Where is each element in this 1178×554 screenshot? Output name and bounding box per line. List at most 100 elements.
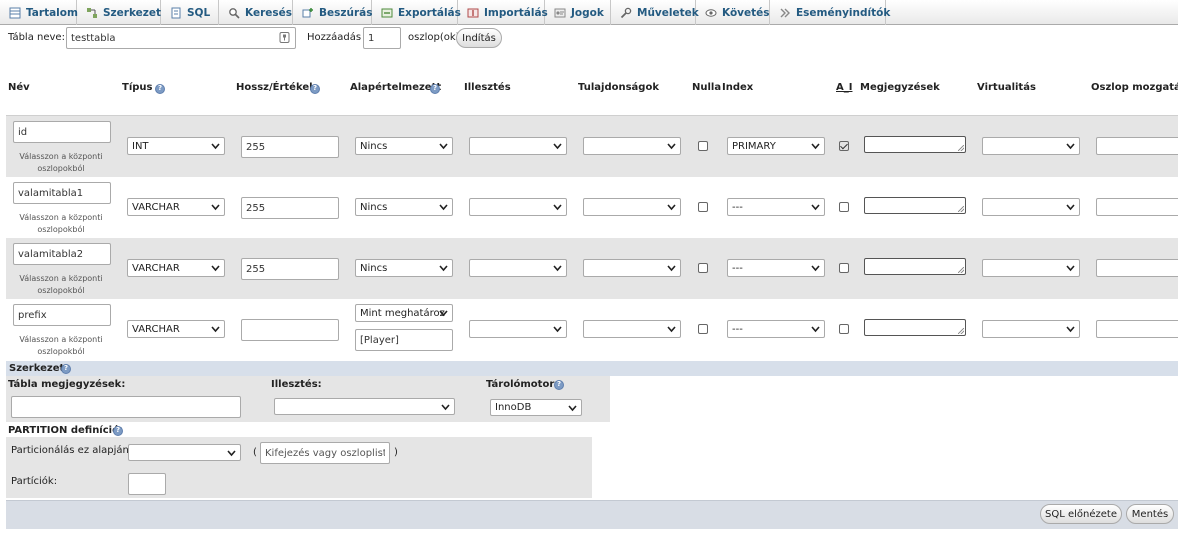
tab-insert[interactable]: Beszúrás: [293, 0, 372, 25]
help-icon[interactable]: [310, 84, 320, 94]
column-default-select[interactable]: Mint meghatároz: [355, 304, 453, 322]
help-icon[interactable]: [155, 84, 165, 94]
chevron-down-icon: [1066, 204, 1075, 211]
import-icon: [467, 8, 479, 17]
tab-tracking[interactable]: Követés: [696, 0, 770, 25]
column-attributes-select[interactable]: [583, 320, 681, 338]
central-columns-link[interactable]: Válasszon a központi oszlopokból: [6, 273, 116, 297]
help-icon[interactable]: [61, 364, 71, 374]
column-type-select[interactable]: VARCHAR: [127, 320, 225, 338]
table-name-input[interactable]: [66, 27, 296, 49]
central-hint-line: Válasszon a központi: [19, 152, 103, 161]
central-columns-link[interactable]: Válasszon a központi oszlopokból: [6, 334, 116, 358]
column-index-select[interactable]: ---: [727, 320, 825, 338]
column-attributes-select[interactable]: [583, 137, 681, 155]
column-default-value: Mint meghatároz: [360, 307, 445, 319]
chevron-down-icon: [553, 265, 562, 272]
column-name-input[interactable]: [13, 182, 111, 204]
column-type-value: VARCHAR: [132, 262, 180, 274]
table-collation-select[interactable]: [274, 398, 455, 415]
column-auto-increment-checkbox[interactable]: [839, 202, 849, 212]
column-name-input[interactable]: [13, 243, 111, 265]
column-comment-textarea[interactable]: [864, 258, 966, 275]
help-icon[interactable]: [554, 380, 564, 390]
column-comment-textarea[interactable]: [864, 197, 966, 214]
column-type-select[interactable]: VARCHAR: [127, 259, 225, 277]
column-comment-textarea[interactable]: [864, 136, 966, 153]
column-index-select[interactable]: PRIMARY: [727, 137, 825, 155]
column-null-checkbox[interactable]: [698, 324, 708, 334]
column-attributes-select[interactable]: [583, 259, 681, 277]
partitions-count-input[interactable]: [128, 473, 166, 495]
chevron-down-icon: [211, 204, 220, 211]
column-virtuality-select[interactable]: [982, 320, 1080, 338]
column-move-select[interactable]: [1096, 198, 1178, 216]
tab-browse[interactable]: Tartalom: [0, 0, 78, 25]
column-auto-increment-checkbox[interactable]: [839, 263, 849, 273]
sql-preview-button[interactable]: SQL előnézete: [1040, 504, 1122, 524]
column-null-checkbox[interactable]: [698, 141, 708, 151]
column-auto-increment-checkbox[interactable]: [839, 324, 849, 334]
column-length-input[interactable]: [241, 319, 339, 341]
column-virtuality-select[interactable]: [982, 137, 1080, 155]
central-columns-link[interactable]: Válasszon a központi oszlopokból: [6, 212, 116, 236]
header-auto-increment: A_I: [836, 82, 853, 93]
central-columns-link[interactable]: Válasszon a központi oszlopokból: [6, 151, 116, 175]
column-auto-increment-checkbox[interactable]: [839, 141, 849, 151]
partitions-label: Partíciók:: [11, 476, 58, 487]
column-collation-select[interactable]: [469, 198, 567, 216]
column-length-input[interactable]: [241, 136, 339, 158]
column-default-select[interactable]: Nincs: [355, 137, 453, 155]
chevron-down-icon: [1066, 265, 1075, 272]
column-virtuality-select[interactable]: [982, 259, 1080, 277]
tab-triggers[interactable]: Eseményindítók: [770, 0, 890, 25]
column-index-select[interactable]: ---: [727, 198, 825, 216]
footer-bar: [6, 500, 1178, 529]
column-move-select[interactable]: [1096, 320, 1178, 338]
partition-expression-input[interactable]: [260, 442, 390, 464]
column-type-value: VARCHAR: [132, 201, 180, 213]
column-null-checkbox[interactable]: [698, 263, 708, 273]
search-icon: [229, 7, 240, 19]
column-length-input[interactable]: [241, 197, 339, 219]
column-name-input[interactable]: [13, 304, 111, 326]
column-comment-textarea[interactable]: [864, 319, 966, 336]
chevron-down-icon: [211, 326, 220, 333]
tab-operations[interactable]: Műveletek: [611, 0, 699, 25]
column-type-select[interactable]: VARCHAR: [127, 198, 225, 216]
column-type-select[interactable]: INT: [127, 137, 225, 155]
column-move-select[interactable]: [1096, 259, 1178, 277]
add-columns-count-input[interactable]: [363, 27, 401, 49]
tab-label: Tartalom: [26, 6, 78, 19]
column-collation-select[interactable]: [469, 259, 567, 277]
tab-sql[interactable]: SQL: [161, 0, 219, 25]
help-icon[interactable]: [430, 84, 440, 94]
save-button[interactable]: Mentés: [1126, 504, 1174, 524]
partition-by-select[interactable]: [128, 444, 241, 461]
header-virtuality: Virtualitás: [977, 82, 1036, 93]
tab-import[interactable]: Importálás: [458, 0, 548, 25]
column-name-input[interactable]: [13, 121, 111, 143]
column-collation-select[interactable]: [469, 137, 567, 155]
column-default-value-input[interactable]: [355, 329, 453, 351]
tab-export[interactable]: Exportálás: [372, 0, 461, 25]
column-length-input[interactable]: [241, 258, 339, 280]
column-virtuality-select[interactable]: [982, 198, 1080, 216]
column-default-select[interactable]: Nincs: [355, 259, 453, 277]
chevron-down-icon: [211, 143, 220, 150]
column-move-select[interactable]: [1096, 137, 1178, 155]
header-type: Típus: [122, 82, 153, 93]
column-attributes-select[interactable]: [583, 198, 681, 216]
storage-engine-select[interactable]: InnoDB: [490, 399, 582, 416]
tab-search[interactable]: Keresés: [219, 0, 293, 25]
column-null-checkbox[interactable]: [698, 202, 708, 212]
column-collation-select[interactable]: [469, 320, 567, 338]
help-icon[interactable]: [113, 426, 123, 436]
table-comments-input[interactable]: [11, 396, 241, 418]
go-button[interactable]: Indítás: [456, 28, 502, 48]
column-index-select[interactable]: ---: [727, 259, 825, 277]
add-columns-label: Hozzáadás: [307, 32, 362, 43]
column-default-select[interactable]: Nincs: [355, 198, 453, 216]
tab-structure[interactable]: Szerkezet: [77, 0, 161, 25]
tab-privileges[interactable]: Jogok: [545, 0, 611, 25]
